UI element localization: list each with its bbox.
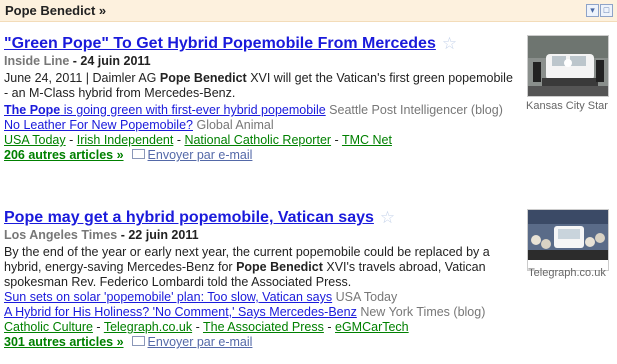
edit-icon[interactable]: ▾	[586, 4, 599, 17]
source-link[interactable]: Telegraph.co.uk	[104, 320, 192, 334]
more-sources: Catholic Culture - Telegraph.co.uk - The…	[4, 320, 409, 334]
story-thumbnail[interactable]	[527, 35, 609, 97]
story-headline-link[interactable]: Pope may get a hybrid popemobile, Vatica…	[4, 209, 374, 226]
more-sources: USA Today - Irish Independent - National…	[4, 133, 392, 147]
source-link[interactable]: Irish Independent	[77, 133, 174, 147]
mail-icon[interactable]	[131, 149, 145, 159]
more-articles-link[interactable]: 206 autres articles »	[4, 148, 124, 162]
source-link[interactable]: Catholic Culture	[4, 320, 93, 334]
story-headline-link[interactable]: "Green Pope" To Get Hybrid Popemobile Fr…	[4, 35, 436, 52]
story-date: 22 juin 2011	[128, 228, 199, 242]
minimize-icon[interactable]: □	[600, 4, 613, 17]
story-source: Inside Line	[4, 54, 70, 68]
more-articles-link[interactable]: 301 autres articles »	[4, 335, 124, 349]
related-article-link[interactable]: A Hybrid for His Holiness? 'No Comment,'…	[4, 305, 357, 319]
email-link[interactable]: Envoyer par e-mail	[148, 148, 253, 162]
section-title-link[interactable]: Pope Benedict »	[5, 3, 106, 18]
related-article: No Leather For New Popemobile? Global An…	[4, 118, 518, 133]
related-article-source: Seattle Post Intelligencer (blog)	[329, 103, 503, 117]
story-source: Los Angeles Times	[4, 228, 118, 242]
related-article-link[interactable]: The Pope is going green with first-ever …	[4, 103, 326, 117]
related-article-source: New York Times (blog)	[360, 305, 486, 319]
source-link[interactable]: TMC Net	[342, 133, 392, 147]
story-snippet: By the end of the year or early next yea…	[4, 245, 490, 289]
star-icon[interactable]: ☆	[380, 208, 395, 227]
story-actions: 301 autres articles » Envoyer par e-mail	[4, 335, 518, 350]
related-article-source: Global Animal	[196, 118, 274, 132]
section-header: Pope Benedict » ▾ □	[0, 0, 617, 22]
related-article-link[interactable]: No Leather For New Popemobile?	[4, 118, 193, 132]
source-link[interactable]: National Catholic Reporter	[184, 133, 331, 147]
star-icon[interactable]: ☆	[442, 34, 457, 53]
source-link[interactable]: USA Today	[4, 133, 66, 147]
story-actions: 206 autres articles » Envoyer par e-mail	[4, 148, 518, 163]
story-date: 24 juin 2011	[80, 54, 151, 68]
related-article: The Pope is going green with first-ever …	[4, 103, 518, 118]
news-story-2: Pope may get a hybrid popemobile, Vatica…	[4, 207, 518, 350]
related-article: Sun sets on solar 'popemobile' plan: Too…	[4, 290, 518, 305]
source-link[interactable]: eGMCarTech	[335, 320, 409, 334]
related-article: A Hybrid for His Holiness? 'No Comment,'…	[4, 305, 518, 320]
news-story-1: "Green Pope" To Get Hybrid Popemobile Fr…	[4, 33, 518, 163]
source-link[interactable]: The Associated Press	[203, 320, 324, 334]
email-link[interactable]: Envoyer par e-mail	[148, 335, 253, 349]
story-thumbnail[interactable]	[527, 209, 609, 271]
related-article-source: USA Today	[335, 290, 398, 304]
related-article-link[interactable]: Sun sets on solar 'popemobile' plan: Too…	[4, 290, 332, 304]
story-snippet: June 24, 2011 | Daimler AG Pope Benedict…	[4, 71, 513, 100]
mail-icon[interactable]	[131, 336, 145, 346]
thumbnail-caption: Kansas City Star	[526, 100, 608, 112]
thumbnail-caption: Telegraph.co.uk	[528, 267, 606, 279]
